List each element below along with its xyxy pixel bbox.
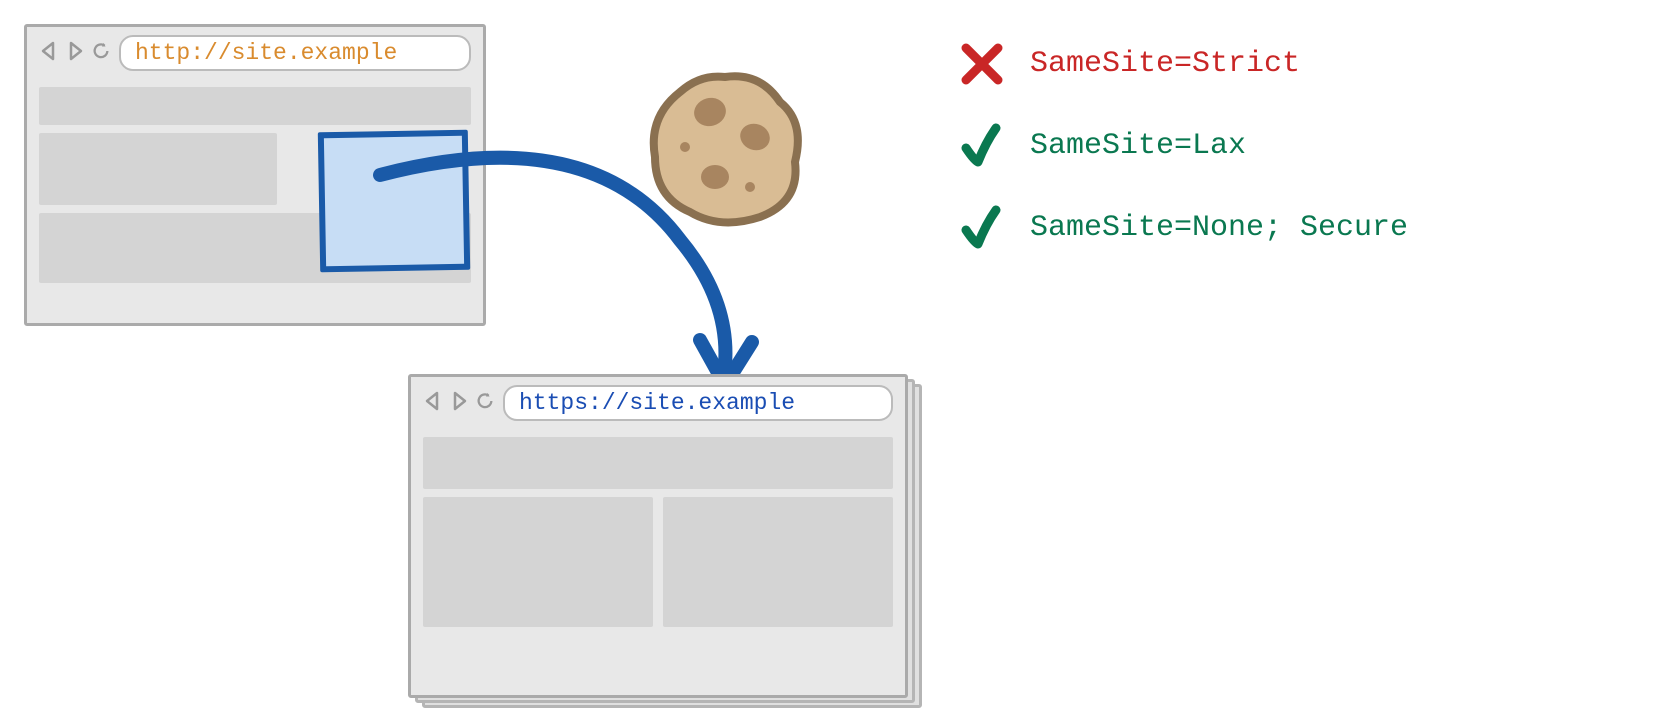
browser-window-source: http://site.example (24, 24, 486, 326)
content-placeholder (39, 87, 471, 125)
samesite-label: SameSite=None; Secure (1030, 211, 1408, 245)
content-placeholder (663, 497, 893, 627)
forward-icon (449, 390, 469, 416)
cross-icon (958, 40, 1006, 88)
browser-toolbar: http://site.example (27, 27, 483, 79)
samesite-attribute-list: SameSite=Strict SameSite=Lax SameSite=No… (958, 40, 1408, 286)
back-icon (423, 390, 443, 416)
url-bar-source: http://site.example (119, 35, 471, 71)
samesite-label: SameSite=Strict (1030, 47, 1300, 81)
nav-icons (39, 40, 111, 66)
forward-icon (65, 40, 85, 66)
browser-content (411, 429, 905, 647)
reload-icon (475, 390, 495, 416)
url-bar-target: https://site.example (503, 385, 893, 421)
samesite-item-none: SameSite=None; Secure (958, 204, 1408, 252)
browser-toolbar: https://site.example (411, 377, 905, 429)
browser-window-target-stack: https://site.example (408, 374, 908, 698)
check-icon (958, 204, 1006, 252)
back-icon (39, 40, 59, 66)
check-icon (958, 122, 1006, 170)
content-placeholder (423, 497, 653, 627)
browser-window-target: https://site.example (408, 374, 908, 698)
cookie-icon (640, 62, 810, 232)
samesite-label: SameSite=Lax (1030, 129, 1246, 163)
reload-icon (91, 40, 111, 66)
nav-icons (423, 390, 495, 416)
samesite-item-lax: SameSite=Lax (958, 122, 1408, 170)
content-placeholder (39, 133, 277, 205)
cross-site-link-box (318, 130, 470, 273)
content-placeholder (423, 437, 893, 489)
samesite-item-strict: SameSite=Strict (958, 40, 1408, 88)
